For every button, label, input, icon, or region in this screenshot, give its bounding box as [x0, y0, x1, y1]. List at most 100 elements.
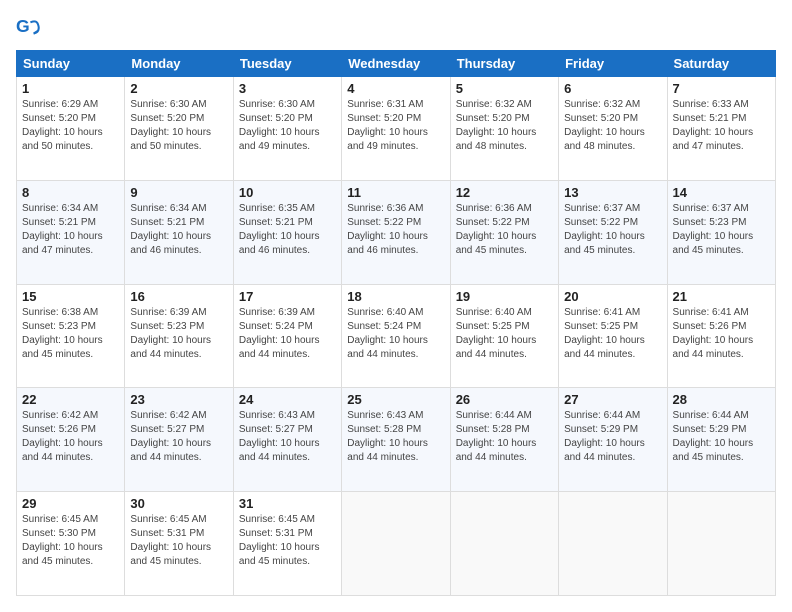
- day-info: Sunrise: 6:37 AMSunset: 5:22 PMDaylight:…: [564, 202, 661, 258]
- svg-text:G: G: [16, 16, 30, 36]
- calendar-week-5: 29Sunrise: 6:45 AMSunset: 5:30 PMDayligh…: [17, 492, 776, 596]
- weekday-header-sunday: Sunday: [17, 51, 125, 77]
- calendar-cell: [342, 492, 450, 596]
- calendar-week-4: 22 Sunrise: 6:42 AMSunset: 5:26 PMDayligh…: [17, 388, 776, 492]
- calendar-cell: 19Sunrise: 6:40 AMSunset: 5:25 PMDayligh…: [450, 284, 558, 388]
- day-number: 30: [130, 496, 227, 511]
- day-info: Sunrise: 6:40 AMSunset: 5:24 PMDaylight:…: [347, 306, 444, 362]
- calendar-cell: 4 Sunrise: 6:31 AMSunset: 5:20 PMDaylight…: [342, 77, 450, 181]
- day-number: 29: [22, 496, 119, 511]
- day-number: 23: [130, 392, 227, 407]
- calendar-cell: 30 Sunrise: 6:45 AMSunset: 5:31 PMDayligh…: [125, 492, 233, 596]
- logo: G: [16, 16, 44, 40]
- day-number: 14: [673, 185, 770, 200]
- day-number: 4: [347, 81, 444, 96]
- weekday-header-monday: Monday: [125, 51, 233, 77]
- day-number: 26: [456, 392, 553, 407]
- calendar-cell: 29Sunrise: 6:45 AMSunset: 5:30 PMDayligh…: [17, 492, 125, 596]
- calendar-week-1: 1Sunrise: 6:29 AMSunset: 5:20 PMDaylight…: [17, 77, 776, 181]
- day-info: Sunrise: 6:45 AMSunset: 5:31 PMDaylight:…: [130, 513, 227, 569]
- calendar-cell: 23 Sunrise: 6:42 AMSunset: 5:27 PMDayligh…: [125, 388, 233, 492]
- day-info: Sunrise: 6:37 AMSunset: 5:23 PMDaylight:…: [673, 202, 770, 258]
- day-info: Sunrise: 6:32 AMSunset: 5:20 PMDaylight:…: [456, 98, 553, 154]
- day-number: 18: [347, 289, 444, 304]
- day-info: Sunrise: 6:35 AMSunset: 5:21 PMDaylight:…: [239, 202, 336, 258]
- calendar-week-3: 15Sunrise: 6:38 AMSunset: 5:23 PMDayligh…: [17, 284, 776, 388]
- calendar-cell: 18 Sunrise: 6:40 AMSunset: 5:24 PMDayligh…: [342, 284, 450, 388]
- day-info: Sunrise: 6:30 AMSunset: 5:20 PMDaylight:…: [239, 98, 336, 154]
- day-info: Sunrise: 6:33 AMSunset: 5:21 PMDaylight:…: [673, 98, 770, 154]
- day-number: 21: [673, 289, 770, 304]
- day-info: Sunrise: 6:34 AMSunset: 5:21 PMDaylight:…: [130, 202, 227, 258]
- calendar-cell: 15Sunrise: 6:38 AMSunset: 5:23 PMDayligh…: [17, 284, 125, 388]
- day-info: Sunrise: 6:41 AMSunset: 5:26 PMDaylight:…: [673, 306, 770, 362]
- day-number: 9: [130, 185, 227, 200]
- day-number: 6: [564, 81, 661, 96]
- weekday-header-friday: Friday: [559, 51, 667, 77]
- generalblue-logo-icon: G: [16, 16, 40, 40]
- calendar-cell: 14 Sunrise: 6:37 AMSunset: 5:23 PMDayligh…: [667, 180, 775, 284]
- day-number: 25: [347, 392, 444, 407]
- day-info: Sunrise: 6:39 AMSunset: 5:24 PMDaylight:…: [239, 306, 336, 362]
- calendar-cell: 25 Sunrise: 6:43 AMSunset: 5:28 PMDayligh…: [342, 388, 450, 492]
- day-info: Sunrise: 6:36 AMSunset: 5:22 PMDaylight:…: [456, 202, 553, 258]
- day-info: Sunrise: 6:44 AMSunset: 5:29 PMDaylight:…: [673, 409, 770, 465]
- page: G SundayMondayTuesdayWednesdayThursdayFr…: [0, 0, 792, 612]
- day-number: 11: [347, 185, 444, 200]
- day-number: 22: [22, 392, 119, 407]
- calendar-cell: 3 Sunrise: 6:30 AMSunset: 5:20 PMDaylight…: [233, 77, 341, 181]
- calendar-cell: 28Sunrise: 6:44 AMSunset: 5:29 PMDayligh…: [667, 388, 775, 492]
- day-info: Sunrise: 6:36 AMSunset: 5:22 PMDaylight:…: [347, 202, 444, 258]
- day-number: 10: [239, 185, 336, 200]
- day-number: 1: [22, 81, 119, 96]
- calendar-cell: 7 Sunrise: 6:33 AMSunset: 5:21 PMDaylight…: [667, 77, 775, 181]
- day-number: 31: [239, 496, 336, 511]
- day-number: 12: [456, 185, 553, 200]
- calendar-cell: 8Sunrise: 6:34 AMSunset: 5:21 PMDaylight…: [17, 180, 125, 284]
- calendar-cell: [667, 492, 775, 596]
- day-info: Sunrise: 6:45 AMSunset: 5:31 PMDaylight:…: [239, 513, 336, 569]
- calendar-cell: 31 Sunrise: 6:45 AMSunset: 5:31 PMDayligh…: [233, 492, 341, 596]
- weekday-header-row: SundayMondayTuesdayWednesdayThursdayFrid…: [17, 51, 776, 77]
- calendar-week-2: 8 Sunrise: 6:34 AMSunset: 5:21 PMDaylight…: [17, 180, 776, 284]
- calendar-cell: 22 Sunrise: 6:42 AMSunset: 5:26 PMDayligh…: [17, 388, 125, 492]
- day-info: Sunrise: 6:42 AMSunset: 5:26 PMDaylight:…: [22, 409, 119, 465]
- day-info: Sunrise: 6:44 AMSunset: 5:28 PMDaylight:…: [456, 409, 553, 465]
- calendar-cell: 13 Sunrise: 6:37 AMSunset: 5:22 PMDayligh…: [559, 180, 667, 284]
- day-info: Sunrise: 6:38 AMSunset: 5:23 PMDaylight:…: [22, 306, 119, 362]
- calendar-cell: 24 Sunrise: 6:43 AMSunset: 5:27 PMDayligh…: [233, 388, 341, 492]
- weekday-header-saturday: Saturday: [667, 51, 775, 77]
- calendar-table: SundayMondayTuesdayWednesdayThursdayFrid…: [16, 50, 776, 596]
- weekday-header-thursday: Thursday: [450, 51, 558, 77]
- calendar-cell: 1Sunrise: 6:29 AMSunset: 5:20 PMDaylight…: [17, 77, 125, 181]
- header: G: [16, 16, 776, 40]
- calendar-cell: 10 Sunrise: 6:35 AMSunset: 5:21 PMDayligh…: [233, 180, 341, 284]
- day-info: Sunrise: 6:43 AMSunset: 5:28 PMDaylight:…: [347, 409, 444, 465]
- day-info: Sunrise: 6:31 AMSunset: 5:20 PMDaylight:…: [347, 98, 444, 154]
- calendar-cell: 17Sunrise: 6:39 AMSunset: 5:24 PMDayligh…: [233, 284, 341, 388]
- day-number: 8: [22, 185, 119, 200]
- calendar-cell: 26 Sunrise: 6:44 AMSunset: 5:28 PMDayligh…: [450, 388, 558, 492]
- weekday-header-wednesday: Wednesday: [342, 51, 450, 77]
- day-number: 3: [239, 81, 336, 96]
- day-number: 7: [673, 81, 770, 96]
- day-info: Sunrise: 6:42 AMSunset: 5:27 PMDaylight:…: [130, 409, 227, 465]
- calendar-cell: 2Sunrise: 6:30 AMSunset: 5:20 PMDaylight…: [125, 77, 233, 181]
- day-info: Sunrise: 6:41 AMSunset: 5:25 PMDaylight:…: [564, 306, 661, 362]
- calendar-cell: 16Sunrise: 6:39 AMSunset: 5:23 PMDayligh…: [125, 284, 233, 388]
- calendar-cell: 27 Sunrise: 6:44 AMSunset: 5:29 PMDayligh…: [559, 388, 667, 492]
- day-info: Sunrise: 6:40 AMSunset: 5:25 PMDaylight:…: [456, 306, 553, 362]
- day-info: Sunrise: 6:43 AMSunset: 5:27 PMDaylight:…: [239, 409, 336, 465]
- day-number: 13: [564, 185, 661, 200]
- calendar-cell: 11 Sunrise: 6:36 AMSunset: 5:22 PMDayligh…: [342, 180, 450, 284]
- day-number: 24: [239, 392, 336, 407]
- calendar-cell: 21 Sunrise: 6:41 AMSunset: 5:26 PMDayligh…: [667, 284, 775, 388]
- day-number: 5: [456, 81, 553, 96]
- calendar-cell: 9 Sunrise: 6:34 AMSunset: 5:21 PMDaylight…: [125, 180, 233, 284]
- day-number: 2: [130, 81, 227, 96]
- day-number: 20: [564, 289, 661, 304]
- weekday-header-tuesday: Tuesday: [233, 51, 341, 77]
- day-number: 27: [564, 392, 661, 407]
- day-info: Sunrise: 6:44 AMSunset: 5:29 PMDaylight:…: [564, 409, 661, 465]
- day-number: 16: [130, 289, 227, 304]
